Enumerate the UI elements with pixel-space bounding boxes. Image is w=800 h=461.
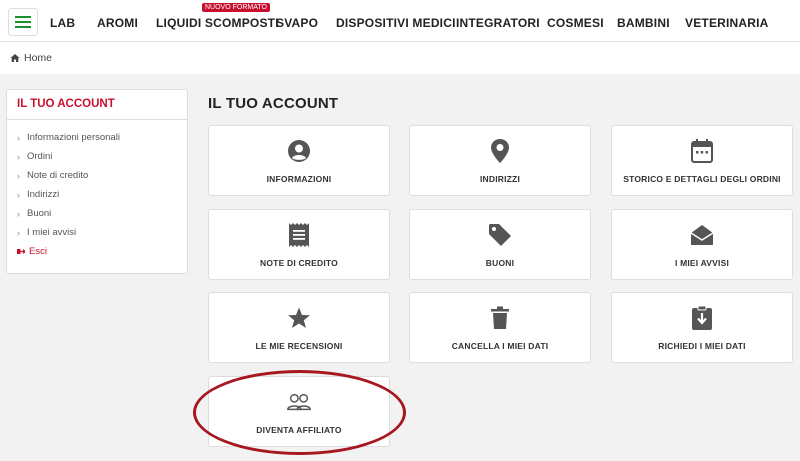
- breadcrumb: Home: [0, 42, 800, 74]
- location-pin-icon: [487, 138, 513, 164]
- card-label: I MIEI AVVISI: [674, 258, 730, 268]
- calendar-icon: [689, 138, 715, 164]
- hamburger-menu-icon[interactable]: [8, 8, 38, 36]
- sidebar-item-ordini[interactable]: › Ordini: [17, 147, 187, 166]
- card-note-di-credito[interactable]: NOTE DI CREDITO: [208, 209, 390, 280]
- card-label: LE MIE RECENSIONI: [255, 341, 343, 351]
- sidebar-item-label: Indirizzi: [27, 189, 60, 200]
- nav-item-aromi[interactable]: AROMI: [97, 16, 138, 30]
- tag-icon: [487, 222, 513, 248]
- nav-item-dispositivi-medici[interactable]: DISPOSITIVI MEDICI: [336, 16, 456, 30]
- page-title: IL TUO ACCOUNT: [208, 95, 339, 112]
- sidebar-title: IL TUO ACCOUNT: [7, 90, 187, 120]
- nav-item-cosmesi[interactable]: COSMESI: [547, 16, 604, 30]
- sidebar-item-indirizzi[interactable]: › Indirizzi: [17, 185, 187, 204]
- clipboard-download-icon: [689, 305, 715, 331]
- nav-item-bambini[interactable]: BAMBINI: [617, 16, 670, 30]
- card-i-miei-avvisi[interactable]: I MIEI AVVISI: [611, 209, 793, 280]
- sidebar-item-label: Buoni: [27, 208, 52, 219]
- nav-item-liquidi-scomposti[interactable]: LIQUIDI SCOMPOSTI: [156, 16, 279, 30]
- sidebar-item-esci[interactable]: Esci: [17, 242, 187, 261]
- card-buoni[interactable]: BUONI: [409, 209, 591, 280]
- envelope-open-icon: [689, 222, 715, 248]
- nav-item-svapo[interactable]: SVAPO: [276, 16, 318, 30]
- sidebar-item-note-di-credito[interactable]: › Note di credito: [17, 166, 187, 185]
- card-informazioni[interactable]: INFORMAZIONI: [208, 125, 390, 196]
- chevron-right-icon: ›: [17, 151, 20, 162]
- sidebar-item-label: I miei avvisi: [27, 227, 77, 238]
- trash-icon: [487, 305, 513, 331]
- sidebar-item-i-miei-avvisi[interactable]: › I miei avvisi: [17, 223, 187, 242]
- breadcrumb-home-link[interactable]: Home: [24, 52, 52, 64]
- chevron-right-icon: ›: [17, 208, 20, 219]
- chevron-right-icon: ›: [17, 132, 20, 143]
- star-icon: [286, 305, 312, 331]
- card-label: NOTE DI CREDITO: [260, 258, 338, 268]
- logout-icon: [17, 247, 26, 257]
- sidebar-item-label: Note di credito: [27, 170, 89, 181]
- home-icon: [10, 54, 20, 62]
- card-richiedi-dati[interactable]: RICHIEDI I MIEI DATI: [611, 292, 793, 363]
- new-format-badge: NUOVO FORMATO: [202, 3, 270, 12]
- card-label: BUONI: [485, 258, 515, 268]
- top-navigation: LAB AROMI LIQUIDI SCOMPOSTI NUOVO FORMAT…: [0, 0, 800, 42]
- nav-item-integratori[interactable]: INTEGRATORI: [456, 16, 540, 30]
- sidebar-item-label: Ordini: [27, 151, 53, 162]
- card-storico-ordini[interactable]: STORICO E DETTAGLI DEGLI ORDINI: [611, 125, 793, 196]
- chevron-right-icon: ›: [17, 189, 20, 200]
- card-cancella-dati[interactable]: CANCELLA I MIEI DATI: [409, 292, 591, 363]
- sidebar-item-informazioni-personali[interactable]: › Informazioni personali: [17, 128, 187, 147]
- card-le-mie-recensioni[interactable]: LE MIE RECENSIONI: [208, 292, 390, 363]
- card-indirizzi[interactable]: INDIRIZZI: [409, 125, 591, 196]
- sidebar-item-label: Informazioni personali: [27, 132, 120, 143]
- highlight-annotation-ring: [193, 370, 406, 455]
- account-sidebar: IL TUO ACCOUNT › Informazioni personali ›…: [6, 89, 188, 274]
- nav-item-veterinaria[interactable]: VETERINARIA: [685, 16, 769, 30]
- card-label: INDIRIZZI: [479, 174, 521, 184]
- sidebar-item-label: Esci: [29, 246, 47, 257]
- card-label: RICHIEDI I MIEI DATI: [658, 341, 746, 351]
- nav-item-lab[interactable]: LAB: [50, 16, 75, 30]
- user-circle-icon: [286, 138, 312, 164]
- chevron-right-icon: ›: [17, 170, 20, 181]
- receipt-icon: [286, 222, 312, 248]
- sidebar-item-buoni[interactable]: › Buoni: [17, 204, 187, 223]
- card-label: INFORMAZIONI: [266, 174, 332, 184]
- chevron-right-icon: ›: [17, 227, 20, 238]
- card-label: STORICO E DETTAGLI DEGLI ORDINI: [623, 174, 781, 184]
- card-label: CANCELLA I MIEI DATI: [451, 341, 549, 351]
